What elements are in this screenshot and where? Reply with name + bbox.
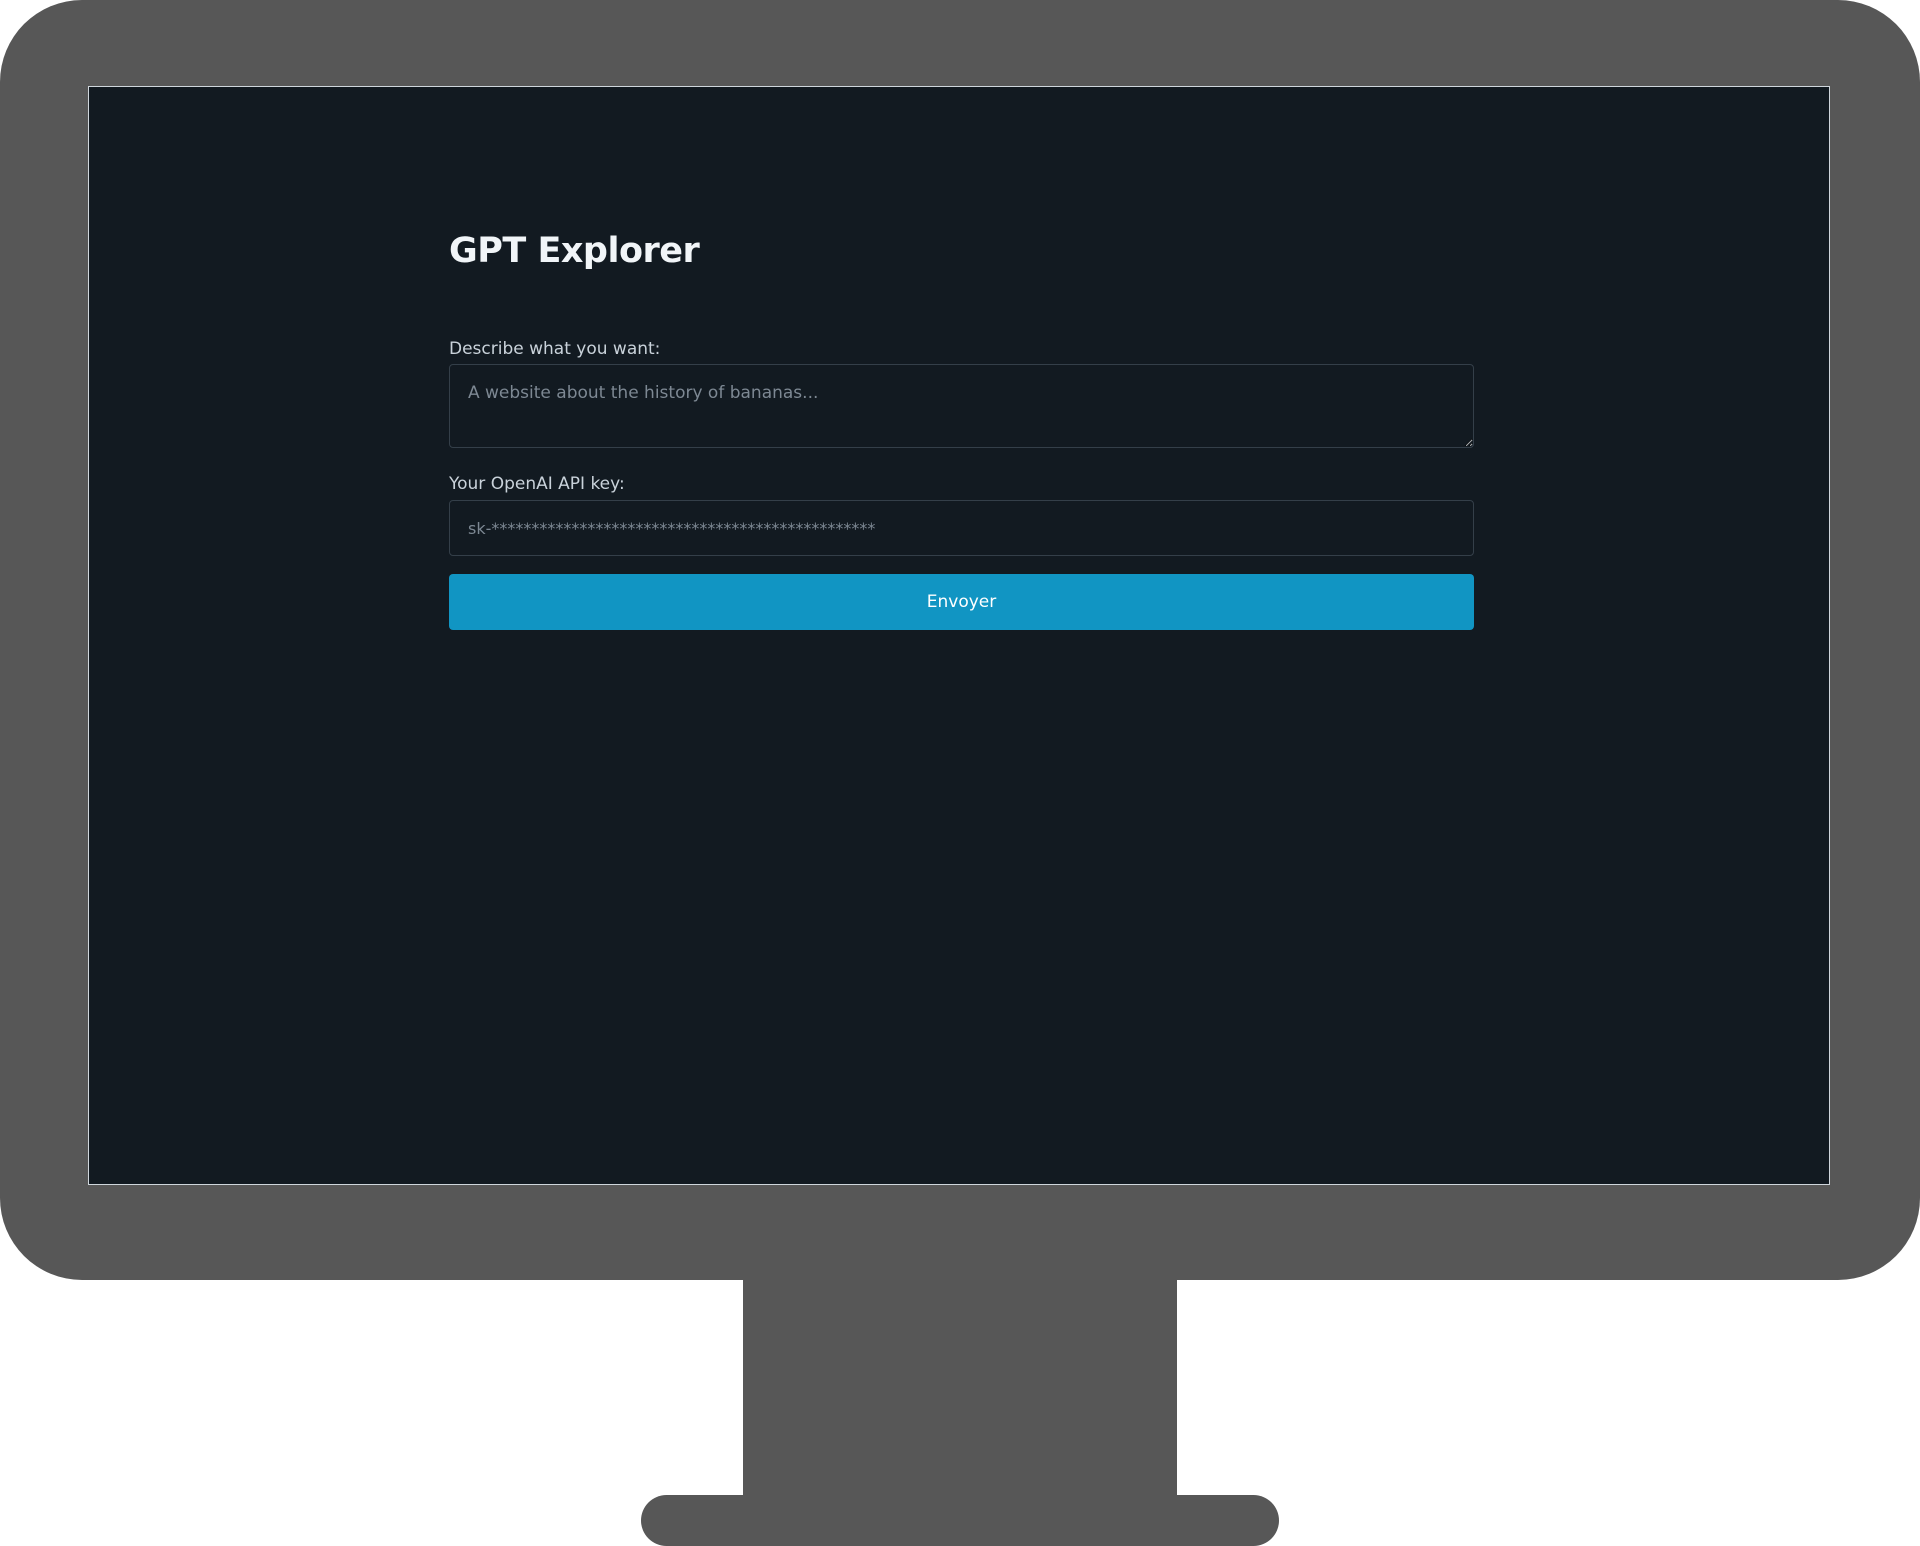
monitor-stand-neck	[743, 1275, 1177, 1500]
page-title: GPT Explorer	[449, 231, 700, 271]
prompt-label: Describe what you want:	[449, 339, 661, 359]
monitor-stand-base	[641, 1495, 1279, 1546]
prompt-textarea[interactable]	[449, 364, 1474, 448]
api-key-label: Your OpenAI API key:	[449, 474, 625, 494]
submit-button[interactable]: Envoyer	[449, 574, 1474, 630]
monitor-illustration: GPT Explorer Describe what you want: You…	[0, 0, 1920, 1546]
app-screen: GPT Explorer Describe what you want: You…	[88, 86, 1830, 1185]
api-key-input[interactable]	[449, 500, 1474, 556]
